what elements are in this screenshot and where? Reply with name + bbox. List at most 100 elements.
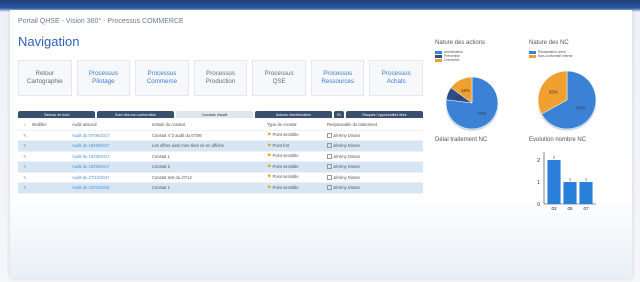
intitule-cell: Constat 1 bbox=[152, 153, 170, 159]
user-icon bbox=[327, 143, 332, 149]
audit-link[interactable]: Audit du 22/02/2018 bbox=[72, 185, 152, 190]
resp-cell: Jérémy Dinam bbox=[333, 185, 360, 191]
tab-bar: Tableau de bord Suivi des non conformité… bbox=[18, 111, 423, 118]
tile-line1: Processus bbox=[88, 70, 118, 77]
resp-cell: Jérémy Dinam bbox=[333, 164, 360, 170]
table-row[interactable]: ✎ Audit du 07/06/2017 Constat n°3 audit … bbox=[18, 131, 423, 141]
type-cell: Point sensible bbox=[272, 174, 299, 180]
flag-icon: ⚑ bbox=[267, 153, 272, 160]
slice-label: 77% bbox=[477, 111, 486, 116]
tile-line1: Retour bbox=[35, 70, 55, 77]
resp-cell: Jérémy Dinam bbox=[333, 153, 360, 159]
flag-icon: ⚑ bbox=[267, 142, 272, 149]
table-header: ✓ Modifier Audit associé Intitulé du con… bbox=[18, 120, 423, 131]
tab-suivi-nc[interactable]: Suivi des non conformités bbox=[97, 111, 174, 118]
tile-line1: Processus bbox=[323, 70, 353, 77]
y-tick-label: 2 bbox=[537, 158, 540, 164]
x-tick-label: 05 bbox=[567, 206, 573, 211]
col-responsable[interactable]: Responsable du traitement bbox=[327, 122, 417, 127]
resp-cell: Jérémy Dinam bbox=[333, 143, 360, 149]
audit-link[interactable]: Audit du 10/09/2017 bbox=[72, 154, 152, 159]
slice-label: 67% bbox=[576, 106, 585, 111]
nature-nc-pie: 67% 33% bbox=[537, 70, 597, 131]
table-row[interactable]: ✎ Audit du 22/02/2018 Constat 1 ⚑Point s… bbox=[18, 183, 423, 194]
tab-risques[interactable]: Risques / opportunités liées bbox=[346, 111, 423, 118]
legend-label: Corrective bbox=[444, 58, 460, 63]
nav-tile-achats[interactable]: Processus Achats bbox=[369, 60, 424, 96]
table-row[interactable]: ✎ Audit du 10/09/2017 Constat 1 ⚑Point s… bbox=[18, 152, 423, 162]
flag-icon: ⚑ bbox=[267, 184, 272, 191]
col-type[interactable]: Type de constat bbox=[267, 122, 327, 127]
tile-line2: QSE bbox=[272, 78, 286, 85]
audit-link[interactable]: Audit du 16/06/2017 bbox=[72, 143, 152, 148]
flag-icon: ⚑ bbox=[267, 163, 272, 170]
legend-item: Corrective bbox=[435, 58, 463, 62]
col-audit[interactable]: Audit associé bbox=[72, 122, 152, 127]
flag-icon: ⚑ bbox=[267, 174, 272, 181]
intitule-cell: Constat n°3 audit du 07/06 bbox=[152, 132, 202, 138]
table-row[interactable]: ✎ Audit du 10/09/2017 Constat 2 ⚑Point s… bbox=[18, 162, 423, 173]
nav-tile-pilotage[interactable]: Processus Pilotage bbox=[76, 60, 131, 96]
legend-item: Non-conformité interne bbox=[529, 54, 573, 58]
bar[interactable] bbox=[579, 182, 593, 204]
tab-actions-amelioration[interactable]: Actions d'amélioration bbox=[255, 111, 332, 118]
type-cell: Point sensible bbox=[272, 153, 299, 159]
tile-line2: Achats bbox=[386, 78, 406, 85]
edit-icon[interactable]: ✎ bbox=[18, 154, 32, 159]
bar-data-label: 1 bbox=[569, 178, 571, 182]
col-intitule[interactable]: Intitulé du constat bbox=[152, 122, 267, 127]
tile-line1: Processus bbox=[381, 70, 411, 77]
tile-line1: Processus bbox=[264, 70, 294, 77]
table-row[interactable]: ✎ Audit du 16/06/2017 Les offres ainsi m… bbox=[18, 141, 423, 152]
audit-link[interactable]: Audit du 27/12/2017 bbox=[72, 175, 152, 180]
flag-icon: ⚑ bbox=[267, 132, 272, 139]
nav-tile-qse[interactable]: Processus QSE bbox=[252, 60, 306, 96]
tile-line2: Commerce bbox=[146, 78, 178, 85]
col-modifier[interactable]: Modifier bbox=[32, 122, 72, 127]
tab-tableau-de-bord[interactable]: Tableau de bord bbox=[18, 111, 95, 118]
nav-tile-retour[interactable]: Retour Cartographie bbox=[18, 60, 72, 96]
slice-label: 33% bbox=[549, 89, 558, 94]
edit-icon[interactable]: ✎ bbox=[18, 133, 32, 138]
edit-icon[interactable]: ✎ bbox=[18, 175, 32, 180]
table-row[interactable]: ✎ Audit du 27/12/2017 Constat test du 27… bbox=[18, 173, 423, 183]
legend-label: Non-conformité interne bbox=[538, 54, 573, 59]
user-icon bbox=[327, 164, 332, 170]
edit-icon[interactable]: ✎ bbox=[18, 185, 32, 190]
y-tick-label: 1 bbox=[537, 180, 540, 186]
slice-label: 8% bbox=[455, 95, 462, 100]
delai-title: Délai traitement NC bbox=[435, 137, 488, 143]
y-tick-label: 0 bbox=[537, 202, 540, 208]
type-cell: Point sensible bbox=[272, 132, 299, 138]
nav-tile-commerce[interactable]: Processus Commerce bbox=[135, 60, 189, 96]
constats-table: ✓ Modifier Audit associé Intitulé du con… bbox=[18, 120, 423, 194]
tab-bi[interactable]: BI bbox=[334, 111, 344, 118]
bar[interactable] bbox=[563, 182, 577, 204]
intitule-cell: Constat 2 bbox=[152, 164, 170, 170]
x-tick-label: 07 bbox=[583, 206, 589, 211]
nature-nc-title: Nature des NC bbox=[529, 40, 569, 46]
edit-icon[interactable]: ✎ bbox=[18, 164, 32, 169]
nav-tiles: Retour Cartographie Processus Pilotage Pro… bbox=[18, 60, 424, 96]
audit-link[interactable]: Audit du 10/09/2017 bbox=[72, 164, 152, 169]
user-icon bbox=[327, 132, 332, 138]
nav-tile-production[interactable]: Processus Production bbox=[193, 60, 248, 96]
intitule-cell: Constat test du 27/12 bbox=[152, 174, 192, 180]
audit-link[interactable]: Audit du 07/06/2017 bbox=[72, 133, 152, 138]
breadcrumb: Portail QHSE - Vision 360° - Processus C… bbox=[18, 18, 184, 25]
user-icon bbox=[327, 153, 332, 159]
tile-line1: Processus bbox=[206, 70, 235, 77]
nav-tile-ressources[interactable]: Processus Ressources bbox=[310, 60, 365, 96]
tile-line2: Production bbox=[205, 78, 236, 85]
edit-icon[interactable]: ✎ bbox=[18, 143, 32, 148]
tile-line2: Pilotage bbox=[92, 78, 115, 85]
bar-data-label: 2 bbox=[553, 156, 555, 160]
resp-cell: Jérémy Dinam bbox=[333, 174, 360, 180]
resp-cell: Jérémy Dinam bbox=[333, 132, 360, 138]
tab-constats-audit[interactable]: Constats d'audit bbox=[176, 111, 253, 118]
type-cell: Point sensible bbox=[272, 184, 299, 190]
evolution-bar-chart: 0 1 2 2 03 1 05 1 07 bbox=[537, 152, 596, 211]
tile-line2: Cartographie bbox=[26, 78, 63, 85]
select-all-icon[interactable]: ✓ bbox=[18, 122, 32, 127]
bar[interactable] bbox=[547, 160, 561, 204]
